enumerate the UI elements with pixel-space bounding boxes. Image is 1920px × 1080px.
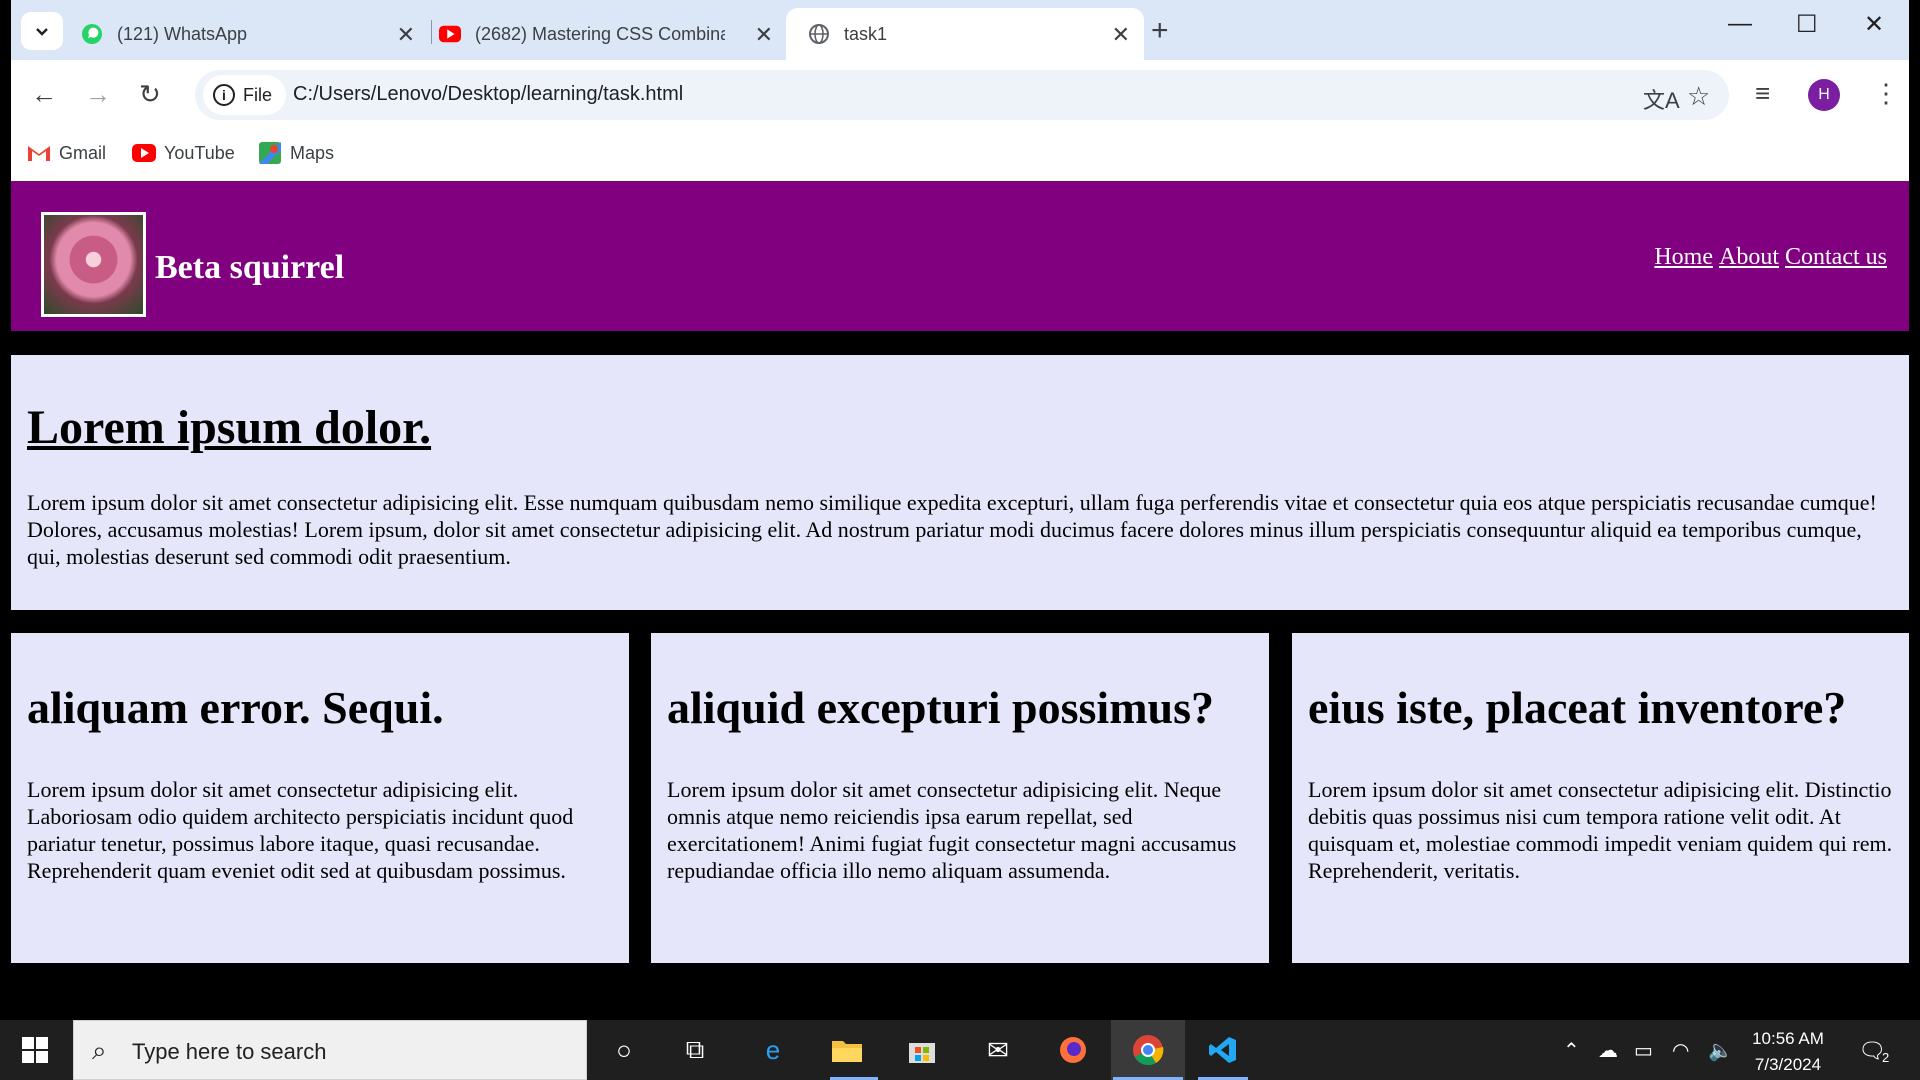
logo-image <box>41 212 146 317</box>
tab-task1[interactable]: task1 ✕ <box>786 8 1144 60</box>
info-icon: i <box>213 84 235 106</box>
tab-title: (121) WhatsApp <box>117 23 248 44</box>
battery-icon[interactable]: ▭ <box>1634 1038 1653 1063</box>
brand-name: Beta squirrel <box>155 249 345 286</box>
card-text: Lorem ipsum dolor sit amet consectetur a… <box>667 777 1237 883</box>
address-bar[interactable]: i File C:/Users/Lenovo/Desktop/learning/… <box>195 70 1729 120</box>
browser-window: (121) WhatsApp ✕ (2682) Mastering CSS Co… <box>11 0 1909 1011</box>
tab-separator <box>431 20 432 44</box>
card-3: eius iste, placeat inventore? Lorem ipsu… <box>1292 633 1909 963</box>
hero-heading: Lorem ipsum dolor. <box>27 401 432 454</box>
close-tab-icon[interactable]: ✕ <box>755 22 773 48</box>
globe-icon <box>808 23 830 45</box>
close-tab-icon[interactable]: ✕ <box>397 22 415 48</box>
chevron-down-icon <box>36 28 48 36</box>
clock-time: 10:56 AM <box>1752 1029 1824 1048</box>
hero-section: Lorem ipsum dolor. Lorem ipsum dolor sit… <box>11 355 1909 610</box>
bookmark-youtube[interactable]: YouTube <box>132 138 235 168</box>
youtube-icon <box>132 143 156 163</box>
nav-link-home[interactable]: Home <box>1654 244 1713 271</box>
tab-whatsapp[interactable]: (121) WhatsApp ✕ <box>81 8 421 60</box>
card-heading: eius iste, placeat inventore? <box>1308 682 1847 733</box>
tab-title: task1 <box>844 23 888 44</box>
url-text[interactable]: C:/Users/Lenovo/Desktop/learning/task.ht… <box>293 83 683 106</box>
card-1: aliquam error. Sequi. Lorem ipsum dolor … <box>11 633 629 963</box>
translate-icon[interactable]: 文A <box>1643 83 1680 115</box>
show-hidden-icons-icon[interactable]: ⌃ <box>1563 1038 1580 1063</box>
web-page: Beta squirrel Home About Contact us Lore… <box>11 181 1909 1011</box>
site-info-chip[interactable]: i File <box>203 75 287 115</box>
bookmark-label: Maps <box>290 142 335 163</box>
microsoft-store-icon[interactable] <box>901 1030 943 1070</box>
tab-title: (2682) Mastering CSS Combinat <box>475 23 725 44</box>
card-2: aliquid excepturi possimus? Lorem ipsum … <box>651 633 1269 963</box>
youtube-icon <box>439 23 461 45</box>
edge-icon[interactable]: e <box>752 1030 794 1070</box>
site-header: Beta squirrel Home About Contact us <box>11 181 1909 331</box>
card-heading: aliquam error. Sequi. <box>27 682 444 733</box>
vscode-icon[interactable] <box>1202 1030 1244 1070</box>
bookmark-label: YouTube <box>164 142 235 163</box>
clock-date: 7/3/2024 <box>1754 1055 1822 1074</box>
bookmark-maps[interactable]: Maps <box>258 138 334 168</box>
profile-avatar[interactable]: H <box>1808 79 1840 111</box>
new-tab-icon[interactable]: + <box>1151 14 1169 48</box>
volume-icon[interactable]: 🔈 <box>1708 1038 1733 1063</box>
more-menu-icon[interactable]: ⋮ <box>1873 78 1899 109</box>
taskbar: ⌕ Type here to search ○ ⧉ e ✉ ⌃ ☁ ▭ ◠ 🔈 … <box>0 1020 1920 1080</box>
tab-youtube[interactable]: (2682) Mastering CSS Combinat ✕ <box>439 8 779 60</box>
tab-strip: (121) WhatsApp ✕ (2682) Mastering CSS Co… <box>11 0 1909 60</box>
bookmarks-bar: Gmail YouTube Maps <box>11 128 1909 180</box>
gmail-icon <box>27 143 51 163</box>
forward-icon[interactable]: → <box>85 79 111 110</box>
taskbar-search-placeholder: Type here to search <box>132 1039 327 1064</box>
onedrive-icon[interactable]: ☁ <box>1598 1038 1618 1063</box>
bookmark-star-icon[interactable]: ☆ <box>1687 81 1710 112</box>
wifi-icon[interactable]: ◠ <box>1672 1038 1689 1063</box>
tab-search-button[interactable] <box>21 12 63 50</box>
system-clock[interactable]: 10:56 AM 7/3/2024 <box>1740 1026 1836 1078</box>
hero-text: Lorem ipsum dolor sit amet consectetur a… <box>27 490 1877 569</box>
card-text: Lorem ipsum dolor sit amet consectetur a… <box>1308 777 1893 883</box>
file-explorer-icon[interactable] <box>826 1030 868 1070</box>
chrome-icon[interactable] <box>1127 1030 1169 1070</box>
nav-link-about[interactable]: About <box>1719 244 1779 271</box>
card-text: Lorem ipsum dolor sit amet consectetur a… <box>27 777 574 883</box>
site-nav: Home About Contact us <box>1654 244 1887 271</box>
bookmark-gmail[interactable]: Gmail <box>27 138 106 168</box>
nav-link-contact[interactable]: Contact us <box>1785 244 1887 271</box>
maximize-icon[interactable]: ☐ <box>1796 10 1818 39</box>
notification-count: 2 <box>1882 1050 1890 1065</box>
firefox-icon[interactable] <box>1052 1030 1094 1070</box>
browser-toolbar: ← → ↻ i File C:/Users/Lenovo/Desktop/lea… <box>11 60 1909 128</box>
whatsapp-icon <box>81 23 103 45</box>
windows-start-icon[interactable] <box>22 1037 48 1068</box>
maps-icon <box>258 142 282 164</box>
taskbar-search[interactable]: ⌕ Type here to search <box>73 1020 587 1080</box>
card-heading: aliquid excepturi possimus? <box>667 682 1214 733</box>
close-tab-icon[interactable]: ✕ <box>1112 22 1130 48</box>
cortana-icon[interactable]: ○ <box>603 1030 645 1070</box>
close-window-icon[interactable]: ✕ <box>1864 10 1884 39</box>
minimize-icon[interactable]: — <box>1728 10 1752 38</box>
back-icon[interactable]: ← <box>31 79 57 110</box>
mail-icon[interactable]: ✉ <box>977 1030 1019 1070</box>
reload-icon[interactable]: ↻ <box>139 79 161 110</box>
media-controls-icon[interactable]: ≡ <box>1755 78 1770 109</box>
site-info-label: File <box>243 84 273 105</box>
bookmark-label: Gmail <box>59 142 107 163</box>
search-icon: ⌕ <box>92 1035 107 1065</box>
task-view-icon[interactable]: ⧉ <box>674 1030 716 1070</box>
